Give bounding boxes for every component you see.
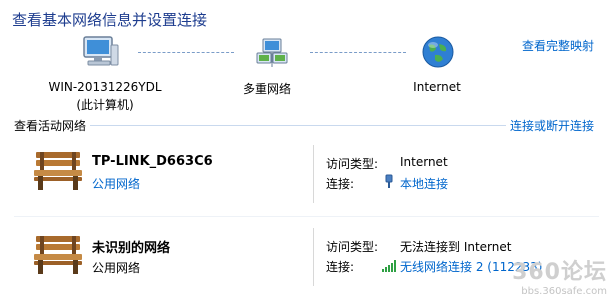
watermark-logo: 360论坛 xyxy=(512,260,607,285)
connection-line xyxy=(138,52,234,53)
entry-divider xyxy=(14,216,599,217)
network-name: TP-LINK_D663C6 xyxy=(92,154,213,169)
multiple-networks-node[interactable]: 多重网络 xyxy=(235,35,305,96)
wifi-signal-icon xyxy=(382,260,398,272)
connection-line xyxy=(310,52,406,53)
multiple-networks-icon xyxy=(255,37,289,69)
computer-name: WIN-20131226YDL xyxy=(48,80,162,94)
column-divider xyxy=(313,228,314,286)
view-full-map-link[interactable]: 查看完整映射 xyxy=(522,37,594,54)
globe-icon xyxy=(421,35,455,69)
local-connection-link[interactable]: 本地连接 xyxy=(400,175,448,192)
park-bench-icon xyxy=(30,150,86,192)
network-type: 公用网络 xyxy=(92,261,141,275)
page-title: 查看基本网络信息并设置连接 xyxy=(12,11,208,29)
internet-label: Internet xyxy=(413,80,461,94)
column-divider xyxy=(313,145,314,203)
section-divider xyxy=(90,125,506,126)
internet-node[interactable]: Internet xyxy=(405,35,469,95)
computer-icon xyxy=(80,35,120,71)
active-networks-label: 查看活动网络 xyxy=(14,119,87,133)
forum-watermark: 360论坛 bbs.360safe.com xyxy=(512,254,607,297)
access-type-label: 访问类型: xyxy=(326,157,379,171)
network-name: 未识别的网络 xyxy=(92,241,171,256)
connection-label: 连接: xyxy=(326,177,355,191)
access-type-value: Internet xyxy=(400,155,448,169)
park-bench-icon xyxy=(30,234,86,276)
network-type-link[interactable]: 公用网络 xyxy=(92,175,140,192)
network-entry: TP-LINK_D663C6 公用网络 访问类型: Internet 连接: 本… xyxy=(0,145,613,215)
multiple-networks-label: 多重网络 xyxy=(242,82,291,96)
ethernet-icon xyxy=(384,174,394,188)
watermark-url: bbs.360safe.com xyxy=(521,286,607,297)
computer-node[interactable]: WIN-20131226YDL (此计算机) xyxy=(48,35,162,112)
access-type-label: 访问类型: xyxy=(326,240,379,254)
access-type-value: 无法连接到 Internet xyxy=(400,240,512,254)
connection-label: 连接: xyxy=(326,260,355,274)
computer-sublabel: (此计算机) xyxy=(76,98,134,112)
connect-disconnect-link[interactable]: 连接或断开连接 xyxy=(510,117,594,134)
